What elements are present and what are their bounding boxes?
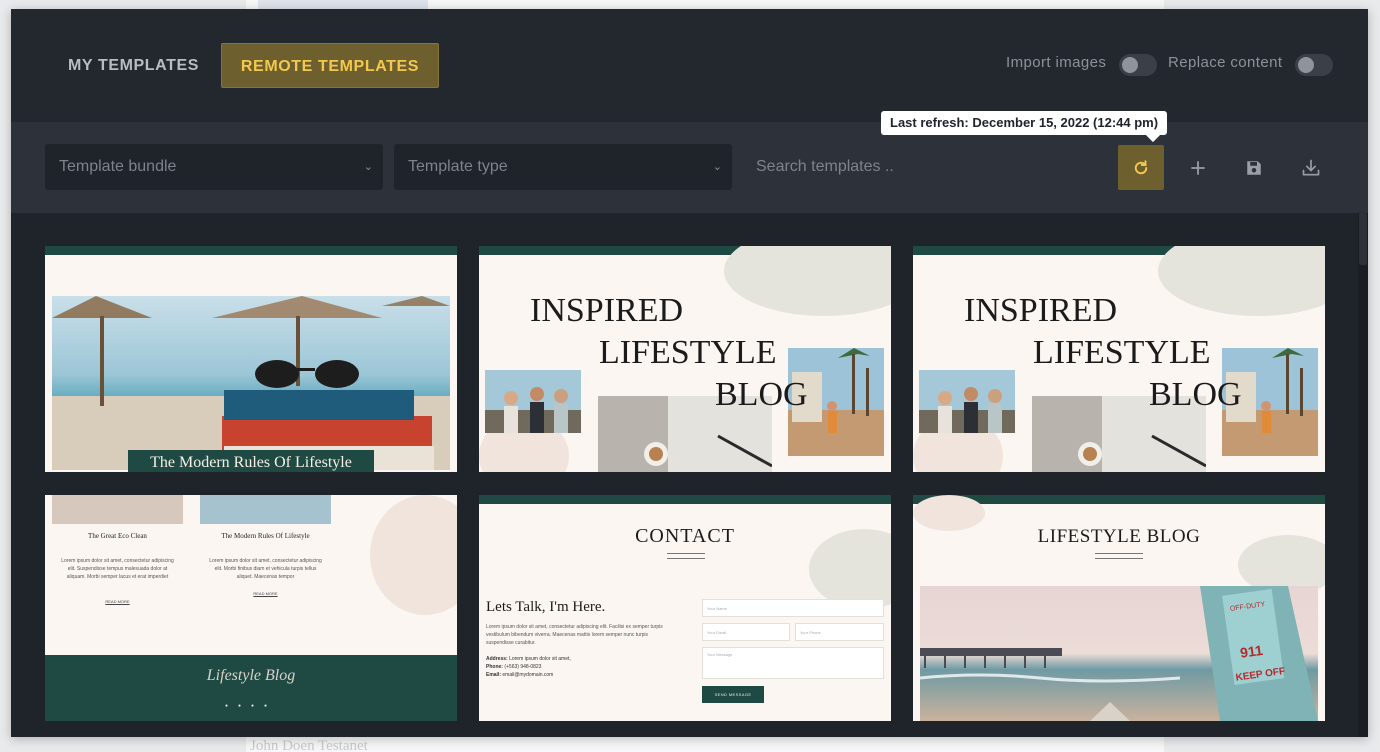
template-card[interactable]: The Modern Rules Of Lifestyle bbox=[45, 246, 457, 472]
import-images-label: Import images bbox=[1006, 54, 1107, 71]
post-image bbox=[200, 495, 331, 524]
phone-value: (+563) 948-0823 bbox=[504, 664, 542, 670]
post-title: The Great Eco Clean bbox=[88, 532, 147, 540]
import-images-toggle[interactable] bbox=[1119, 54, 1157, 76]
message-field: Your Message bbox=[702, 647, 884, 679]
download-icon bbox=[1302, 159, 1320, 175]
headline-line1: INSPIRED bbox=[530, 292, 684, 329]
replace-content-toggle[interactable] bbox=[1295, 54, 1333, 76]
template-bundle-select[interactable]: Template bundle ⌄ bbox=[45, 144, 383, 190]
name-field: Your Name bbox=[702, 599, 884, 617]
template-card[interactable]: CONTACT Lets Talk, I'm Here. Lorem ipsum… bbox=[479, 495, 891, 721]
headline-line2: LIFESTYLE bbox=[599, 334, 777, 371]
chevron-down-icon: ⌄ bbox=[363, 161, 373, 173]
replace-content-label: Replace content bbox=[1168, 54, 1283, 71]
address-value: Lorem ipsum dolor sit amet, bbox=[509, 656, 571, 662]
template-card[interactable]: INSPIRED LIFESTYLE BLOG bbox=[479, 246, 891, 472]
chevron-down-icon: ⌄ bbox=[712, 161, 722, 173]
heading-underline bbox=[1095, 553, 1143, 559]
lifestyle-heading: LIFESTYLE BLOG bbox=[1037, 526, 1201, 547]
contact-subheading: Lets Talk, I'm Here. bbox=[486, 599, 606, 615]
template-library-modal: MY TEMPLATES REMOTE TEMPLATES Import ima… bbox=[11, 9, 1368, 737]
footer-band bbox=[45, 655, 457, 721]
template-type-select[interactable]: Template type ⌄ bbox=[394, 144, 732, 190]
read-more-link: READ MORE bbox=[105, 599, 130, 604]
pier-photo: OFF-DUTY 911 KEEP OFF bbox=[920, 586, 1318, 721]
beach-books-image bbox=[52, 296, 450, 470]
card-top-bar bbox=[479, 495, 891, 504]
refresh-tooltip: Last refresh: December 15, 2022 (12:44 p… bbox=[881, 111, 1168, 143]
phone-line: Phone: (+563) 948-0823 bbox=[486, 663, 571, 671]
message-placeholder: Your Message bbox=[707, 652, 733, 657]
template-card[interactable]: INSPIRED LIFESTYLE BLOG bbox=[913, 246, 1325, 472]
friends-photo bbox=[919, 370, 1015, 433]
friends-photo bbox=[485, 370, 581, 433]
refresh-icon bbox=[1134, 159, 1148, 174]
decor-blob bbox=[370, 495, 457, 615]
decor-blob bbox=[724, 246, 891, 316]
plus-icon bbox=[1191, 160, 1205, 175]
headline-line2: LIFESTYLE bbox=[1033, 334, 1211, 371]
save-template-button[interactable] bbox=[1231, 145, 1277, 190]
post-excerpt: Lorem ipsum dolor sit amet, consectetur … bbox=[61, 558, 174, 580]
phone-field: Your Phone bbox=[795, 623, 884, 641]
read-more-link: READ MORE bbox=[253, 591, 278, 596]
heading-underline bbox=[667, 553, 705, 559]
send-message-button: SEND MESSAGE bbox=[702, 686, 764, 703]
post-excerpt: Lorem ipsum dolor sit amet, consectetur … bbox=[209, 558, 322, 580]
template-card[interactable]: LIFESTYLE BLOG OFF-DUTY 911 KEEP OFF bbox=[913, 495, 1325, 721]
footer-logo: Lifestyle Blog bbox=[206, 667, 296, 684]
modal-header: MY TEMPLATES REMOTE TEMPLATES Import ima… bbox=[11, 9, 1368, 122]
sign-text-line2: 911 bbox=[1239, 642, 1264, 661]
scrollbar-thumb[interactable] bbox=[1359, 213, 1367, 265]
tab-remote-templates[interactable]: REMOTE TEMPLATES bbox=[221, 43, 439, 88]
card-title: The Modern Rules Of Lifestyle bbox=[150, 454, 352, 471]
card-top-bar bbox=[45, 246, 457, 255]
refresh-tooltip-text: Last refresh: December 15, 2022 (12:44 p… bbox=[890, 115, 1159, 130]
tab-my-templates[interactable]: MY TEMPLATES bbox=[53, 43, 213, 88]
email-value: email@mydomain.com bbox=[502, 672, 554, 678]
headline-line3: BLOG bbox=[1149, 376, 1242, 413]
save-icon bbox=[1247, 160, 1261, 175]
toggle-knob bbox=[1122, 57, 1138, 73]
email-placeholder: Your Email bbox=[707, 630, 727, 635]
add-template-button[interactable] bbox=[1175, 145, 1221, 190]
template-bundle-value: Template bundle bbox=[59, 158, 177, 175]
phone-label: Phone: bbox=[486, 664, 503, 670]
grid-scrollbar[interactable] bbox=[1358, 213, 1368, 737]
footer-social-icons: ●●●● bbox=[224, 703, 278, 709]
headline-line3: BLOG bbox=[715, 376, 808, 413]
post-title: The Modern Rules Of Lifestyle bbox=[221, 532, 310, 540]
template-card[interactable]: The Great Eco Clean Lorem ipsum dolor si… bbox=[45, 495, 457, 721]
post-image bbox=[52, 495, 183, 524]
headline-line1: INSPIRED bbox=[964, 292, 1118, 329]
email-label: Email: bbox=[486, 672, 502, 678]
name-placeholder: Your Name bbox=[707, 606, 727, 611]
email-line: Email: email@mydomain.com bbox=[486, 671, 571, 679]
filter-toolbar: Template bundle ⌄ Template type ⌄ bbox=[11, 122, 1368, 213]
contact-heading: CONTACT bbox=[635, 525, 735, 547]
email-field: Your Email bbox=[702, 623, 790, 641]
address-label: Address: bbox=[486, 656, 508, 662]
phone-placeholder: Your Phone bbox=[800, 630, 821, 635]
refresh-button[interactable] bbox=[1118, 145, 1164, 190]
template-type-value: Template type bbox=[408, 158, 508, 175]
toggle-knob bbox=[1298, 57, 1314, 73]
contact-body: Lorem ipsum dolor sit amet, consectetur … bbox=[486, 624, 663, 646]
download-button[interactable] bbox=[1288, 145, 1334, 190]
search-input[interactable] bbox=[744, 144, 1104, 190]
address-line: Address: Lorem ipsum dolor sit amet, bbox=[486, 655, 571, 663]
contact-address: Address: Lorem ipsum dolor sit amet, Pho… bbox=[486, 655, 571, 679]
decor-blob bbox=[1158, 246, 1325, 316]
background-text: John Doen Testanet bbox=[250, 738, 368, 752]
